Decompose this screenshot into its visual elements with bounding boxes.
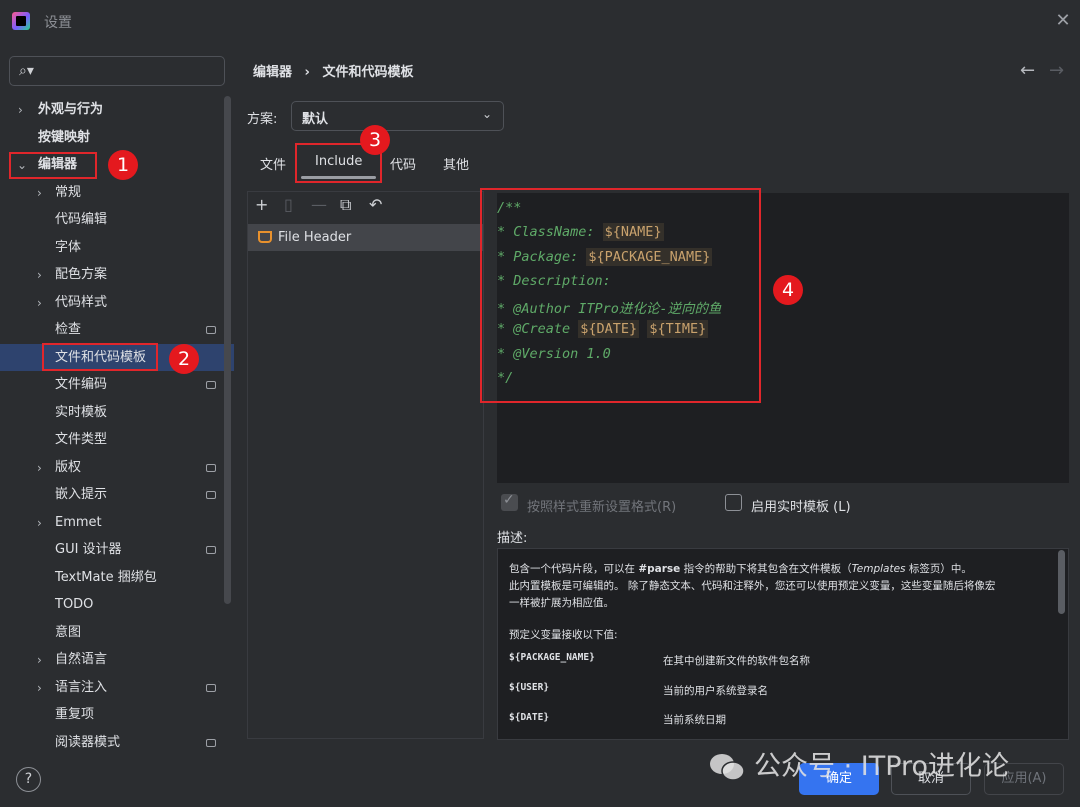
app-logo-icon xyxy=(12,12,30,30)
watermark-text: 公众号 · ITPro进化论 xyxy=(754,751,1010,782)
description-line: 一样被扩展为相应值。 xyxy=(509,597,614,609)
chevron-down-icon: ⌄ xyxy=(482,107,493,121)
tab-other[interactable]: 其他 xyxy=(443,154,469,173)
description-line: 预定义变量接收以下值: xyxy=(509,629,618,641)
back-arrow-icon[interactable]: ← xyxy=(1020,60,1035,81)
annotation-box-editor xyxy=(9,152,97,179)
variable-name: ${PACKAGE_NAME} xyxy=(509,652,595,663)
variable-description: 在其中创建新文件的软件包名称 xyxy=(663,655,810,667)
help-button[interactable]: ? xyxy=(16,767,41,792)
sidebar-item-inspections[interactable]: 检查 xyxy=(55,317,81,343)
sidebar-item-language-injections[interactable]: 语言注入 xyxy=(55,675,107,701)
tab-files[interactable]: 文件 xyxy=(260,154,286,173)
variable-description: 当前系统日期 xyxy=(663,714,726,726)
project-scope-icon xyxy=(206,546,216,554)
sidebar-item-reader-mode[interactable]: 阅读器模式 xyxy=(55,730,120,756)
sidebar-item-code-editing[interactable]: 代码编辑 xyxy=(55,207,107,233)
close-icon[interactable]: ✕ xyxy=(1052,10,1074,32)
sidebar-item-file-encodings[interactable]: 文件编码 xyxy=(55,372,107,398)
scheme-label: 方案: xyxy=(247,112,278,127)
search-icon: ⌕▾ xyxy=(19,63,34,79)
chevron-right-icon[interactable]: › xyxy=(37,262,42,288)
breadcrumb-current: 文件和代码模板 xyxy=(322,65,414,80)
project-scope-icon xyxy=(206,464,216,472)
checkmark-icon: ✓ xyxy=(503,492,515,508)
list-item-label: File Header xyxy=(278,230,352,245)
add-child-icon[interactable]: ▯ xyxy=(284,195,293,214)
sidebar-item-color-scheme[interactable]: 配色方案 xyxy=(55,262,107,288)
chevron-right-icon[interactable]: › xyxy=(37,180,42,206)
sidebar-item-intentions[interactable]: 意图 xyxy=(55,620,81,646)
sidebar-item-textmate[interactable]: TextMate 捆绑包 xyxy=(55,565,157,591)
remove-icon[interactable]: — xyxy=(311,195,327,214)
live-template-checkbox[interactable] xyxy=(725,494,742,511)
settings-sidebar xyxy=(0,42,234,754)
chevron-right-icon[interactable]: › xyxy=(37,675,42,701)
forward-arrow-icon[interactable]: → xyxy=(1049,60,1064,81)
annotation-box-template-code xyxy=(480,188,761,403)
chevron-right-icon[interactable]: › xyxy=(37,290,42,316)
sidebar-item-file-types[interactable]: 文件类型 xyxy=(55,427,107,453)
annotation-badge-1: 1 xyxy=(108,150,138,180)
search-input[interactable] xyxy=(9,56,225,86)
annotation-badge-2: 2 xyxy=(169,344,199,374)
sidebar-item-duplicates[interactable]: 重复项 xyxy=(55,702,94,728)
sidebar-item-emmet[interactable]: Emmet xyxy=(55,510,102,536)
sidebar-scrollbar[interactable] xyxy=(224,96,231,604)
sidebar-item-general[interactable]: 常规 xyxy=(55,180,81,206)
sidebar-item-gui-designer[interactable]: GUI 设计器 xyxy=(55,537,122,563)
sidebar-item-natural-languages[interactable]: 自然语言 xyxy=(55,647,107,673)
annotation-badge-4: 4 xyxy=(773,275,803,305)
project-scope-icon xyxy=(206,684,216,692)
chevron-right-icon[interactable]: › xyxy=(37,647,42,673)
description-scrollbar[interactable] xyxy=(1058,550,1065,614)
sidebar-item-live-templates[interactable]: 实时模板 xyxy=(55,400,107,426)
sidebar-item-inlay-hints[interactable]: 嵌入提示 xyxy=(55,482,107,508)
variable-name: ${DATE} xyxy=(509,712,550,723)
breadcrumb-separator: › xyxy=(304,65,310,80)
copy-icon[interactable]: ⧉ xyxy=(340,195,351,215)
project-scope-icon xyxy=(206,491,216,499)
add-icon[interactable]: + xyxy=(255,195,268,214)
annotation-box-file-templates xyxy=(42,343,158,371)
chevron-right-icon[interactable]: › xyxy=(18,97,23,123)
annotation-badge-3: 3 xyxy=(360,125,390,155)
title-bar xyxy=(0,0,1080,42)
sidebar-item-font[interactable]: 字体 xyxy=(55,235,81,261)
sidebar-item-todo[interactable]: TODO xyxy=(55,592,93,618)
description-label: 描述: xyxy=(497,531,528,546)
project-scope-icon xyxy=(206,739,216,747)
project-scope-icon xyxy=(206,381,216,389)
variable-name: ${USER} xyxy=(509,682,550,693)
tab-code[interactable]: 代码 xyxy=(390,154,416,173)
chevron-right-icon[interactable]: › xyxy=(37,455,42,481)
description-line: 此内置模板是可编辑的。 除了静态文本、代码和注释外，您还可以使用预定义变量，这些… xyxy=(509,580,996,592)
project-scope-icon xyxy=(206,326,216,334)
sidebar-item-code-style[interactable]: 代码样式 xyxy=(55,290,107,316)
sidebar-item-copyright[interactable]: 版权 xyxy=(55,455,81,481)
breadcrumb-parent[interactable]: 编辑器 xyxy=(253,65,292,80)
sidebar-item-appearance[interactable]: 外观与行为 xyxy=(38,97,103,123)
variable-description: 当前的用户系统登录名 xyxy=(663,685,768,697)
live-template-label: 启用实时模板 (L) xyxy=(751,500,851,515)
reformat-label: 按照样式重新设置格式(R) xyxy=(527,500,677,515)
breadcrumb: 编辑器 › 文件和代码模板 xyxy=(253,61,413,80)
description-panel xyxy=(497,548,1069,740)
template-list-panel xyxy=(247,191,484,739)
scheme-value: 默认 xyxy=(302,112,329,127)
window-title: 设置 xyxy=(44,15,72,31)
description-line: 包含一个代码片段，可以在 #parse 指令的帮助下将其包含在文件模板（Temp… xyxy=(509,563,972,575)
reset-icon[interactable]: ↶ xyxy=(369,195,382,214)
java-file-icon xyxy=(258,231,272,243)
wechat-logo-icon xyxy=(710,754,745,781)
sidebar-item-keymap[interactable]: 按键映射 xyxy=(38,125,90,151)
chevron-right-icon[interactable]: › xyxy=(37,510,42,536)
